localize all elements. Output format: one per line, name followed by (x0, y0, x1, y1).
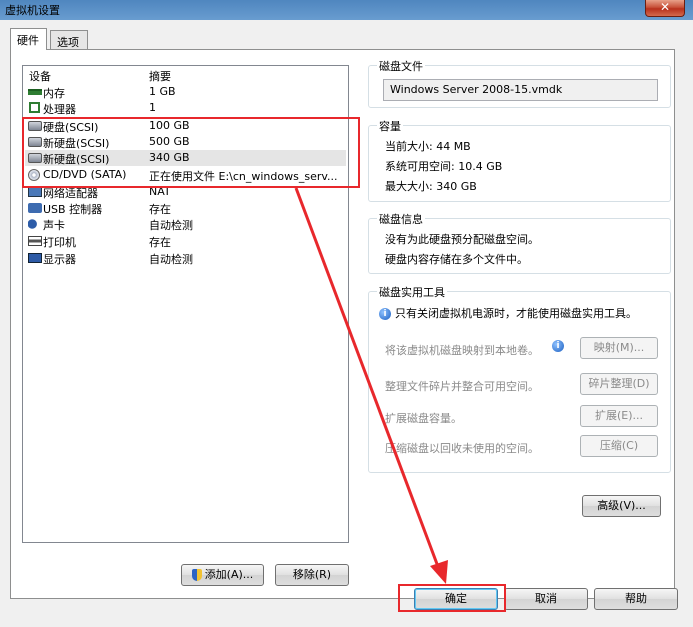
device-row-processor[interactable]: 处理器 1 (25, 100, 346, 116)
device-row-cd-dvd[interactable]: CD/DVD (SATA) 正在使用文件 E:\cn_windows_serv.… (25, 167, 346, 183)
device-summary: 存在 (149, 236, 171, 249)
device-row-printer[interactable]: 打印机 存在 (25, 233, 346, 249)
device-summary: 正在使用文件 E:\cn_windows_serv... (149, 170, 338, 183)
hard-disk-icon (28, 121, 42, 131)
device-name: CD/DVD (SATA) (43, 168, 127, 181)
device-summary: 500 GB (149, 135, 190, 148)
device-name: 硬盘(SCSI) (43, 121, 99, 134)
compact-description: 压缩磁盘以回收未使用的空间。 (385, 442, 539, 455)
device-list[interactable]: 设备 摘要 内存 1 GB 处理器 1 硬盘(SCSI) 100 GB 新硬盘(… (22, 65, 349, 543)
column-device[interactable]: 设备 (29, 68, 51, 84)
hard-disk-icon (28, 153, 42, 163)
disk-file-field[interactable]: Windows Server 2008-15.vmdk (383, 79, 658, 101)
defrag-description: 整理文件碎片并整合可用空间。 (385, 380, 539, 393)
device-name: 内存 (43, 87, 65, 100)
tab-hardware[interactable]: 硬件 (10, 28, 47, 50)
disk-info-group: 磁盘信息 没有为此硬盘预分配磁盘空间。 硬盘内容存储在多个文件中。 (368, 211, 671, 274)
device-row-new-hard-disk-1[interactable]: 新硬盘(SCSI) 500 GB (25, 134, 346, 150)
capacity-title: 容量 (377, 118, 403, 134)
info-icon: i (379, 308, 391, 320)
device-summary: 存在 (149, 203, 171, 216)
expand-description: 扩展磁盘容量。 (385, 412, 462, 425)
compact-button[interactable]: 压缩(C) (580, 435, 658, 457)
shield-icon (191, 569, 202, 581)
add-device-label: 添加(A)... (204, 568, 254, 581)
device-summary: 340 GB (149, 151, 190, 164)
list-header: 设备 摘要 (23, 68, 348, 83)
map-button[interactable]: 映射(M)... (580, 337, 658, 359)
column-summary[interactable]: 摘要 (149, 68, 171, 84)
device-name: 新硬盘(SCSI) (43, 137, 110, 150)
device-name: 打印机 (43, 236, 76, 249)
max-size-text: 最大大小: 340 GB (385, 180, 477, 193)
title-bar: 虚拟机设置 ✕ (0, 0, 693, 20)
network-adapter-icon (28, 187, 42, 197)
disk-file-title: 磁盘文件 (377, 58, 425, 74)
tab-options[interactable]: 选项 (50, 30, 88, 50)
device-name: 网络适配器 (43, 187, 98, 200)
device-row-memory[interactable]: 内存 1 GB (25, 84, 346, 100)
dialog-body: 硬件 选项 设备 摘要 内存 1 GB 处理器 1 硬盘(SCSI) 100 G… (0, 20, 693, 627)
close-button[interactable]: ✕ (645, 0, 685, 17)
device-row-usb-controller[interactable]: USB 控制器 存在 (25, 200, 346, 216)
device-name: USB 控制器 (43, 203, 103, 216)
add-device-button[interactable]: 添加(A)... (181, 564, 264, 586)
capacity-group: 容量 当前大小: 44 MB 系统可用空间: 10.4 GB 最大大小: 340… (368, 118, 671, 202)
advanced-button[interactable]: 高级(V)... (582, 495, 661, 517)
usb-icon (28, 203, 42, 213)
disk-file-group: 磁盘文件 Windows Server 2008-15.vmdk (368, 58, 671, 108)
help-button[interactable]: 帮助 (594, 588, 678, 610)
preallocation-text: 没有为此硬盘预分配磁盘空间。 (385, 233, 539, 246)
device-row-display[interactable]: 显示器 自动检测 (25, 250, 346, 266)
power-off-notice: i 只有关闭虚拟机电源时，才能使用磁盘实用工具。 (379, 305, 637, 321)
device-summary: 自动检测 (149, 219, 193, 232)
memory-icon (28, 89, 42, 95)
expand-button[interactable]: 扩展(E)... (580, 405, 658, 427)
cd-dvd-icon (28, 169, 40, 181)
device-summary: 自动检测 (149, 253, 193, 266)
defragment-button[interactable]: 碎片整理(D) (580, 373, 658, 395)
processor-icon (29, 102, 40, 113)
ok-button[interactable]: 确定 (414, 588, 498, 610)
sound-card-icon (28, 219, 42, 229)
device-summary: 100 GB (149, 119, 190, 132)
cancel-button[interactable]: 取消 (504, 588, 588, 610)
disk-info-title: 磁盘信息 (377, 211, 425, 227)
device-row-network-adapter[interactable]: 网络适配器 NAT (25, 184, 346, 200)
hardware-panel: 设备 摘要 内存 1 GB 处理器 1 硬盘(SCSI) 100 GB 新硬盘(… (10, 49, 675, 599)
storage-mode-text: 硬盘内容存储在多个文件中。 (385, 253, 528, 266)
remove-device-button[interactable]: 移除(R) (275, 564, 349, 586)
device-row-sound-card[interactable]: 声卡 自动检测 (25, 216, 346, 232)
device-name: 显示器 (43, 253, 76, 266)
current-size-text: 当前大小: 44 MB (385, 140, 471, 153)
info-icon: i (552, 340, 564, 352)
disk-utilities-group: 磁盘实用工具 i 只有关闭虚拟机电源时，才能使用磁盘实用工具。 将该虚拟机磁盘映射… (368, 284, 671, 473)
device-row-hard-disk[interactable]: 硬盘(SCSI) 100 GB (25, 118, 346, 134)
device-summary: 1 GB (149, 85, 176, 98)
map-description: 将该虚拟机磁盘映射到本地卷。 (385, 344, 539, 357)
device-row-new-hard-disk-2[interactable]: 新硬盘(SCSI) 340 GB (25, 150, 346, 166)
power-off-notice-text: 只有关闭虚拟机电源时，才能使用磁盘实用工具。 (395, 307, 637, 320)
display-icon (28, 253, 42, 263)
disk-utilities-title: 磁盘实用工具 (377, 284, 447, 300)
device-name: 处理器 (43, 103, 76, 116)
device-summary: NAT (149, 185, 171, 198)
device-summary: 1 (149, 101, 156, 114)
available-space-text: 系统可用空间: 10.4 GB (385, 160, 503, 173)
device-name: 声卡 (43, 219, 65, 232)
printer-icon (28, 236, 42, 246)
hard-disk-icon (28, 137, 42, 147)
window-title: 虚拟机设置 (5, 4, 60, 17)
device-name: 新硬盘(SCSI) (43, 153, 110, 166)
